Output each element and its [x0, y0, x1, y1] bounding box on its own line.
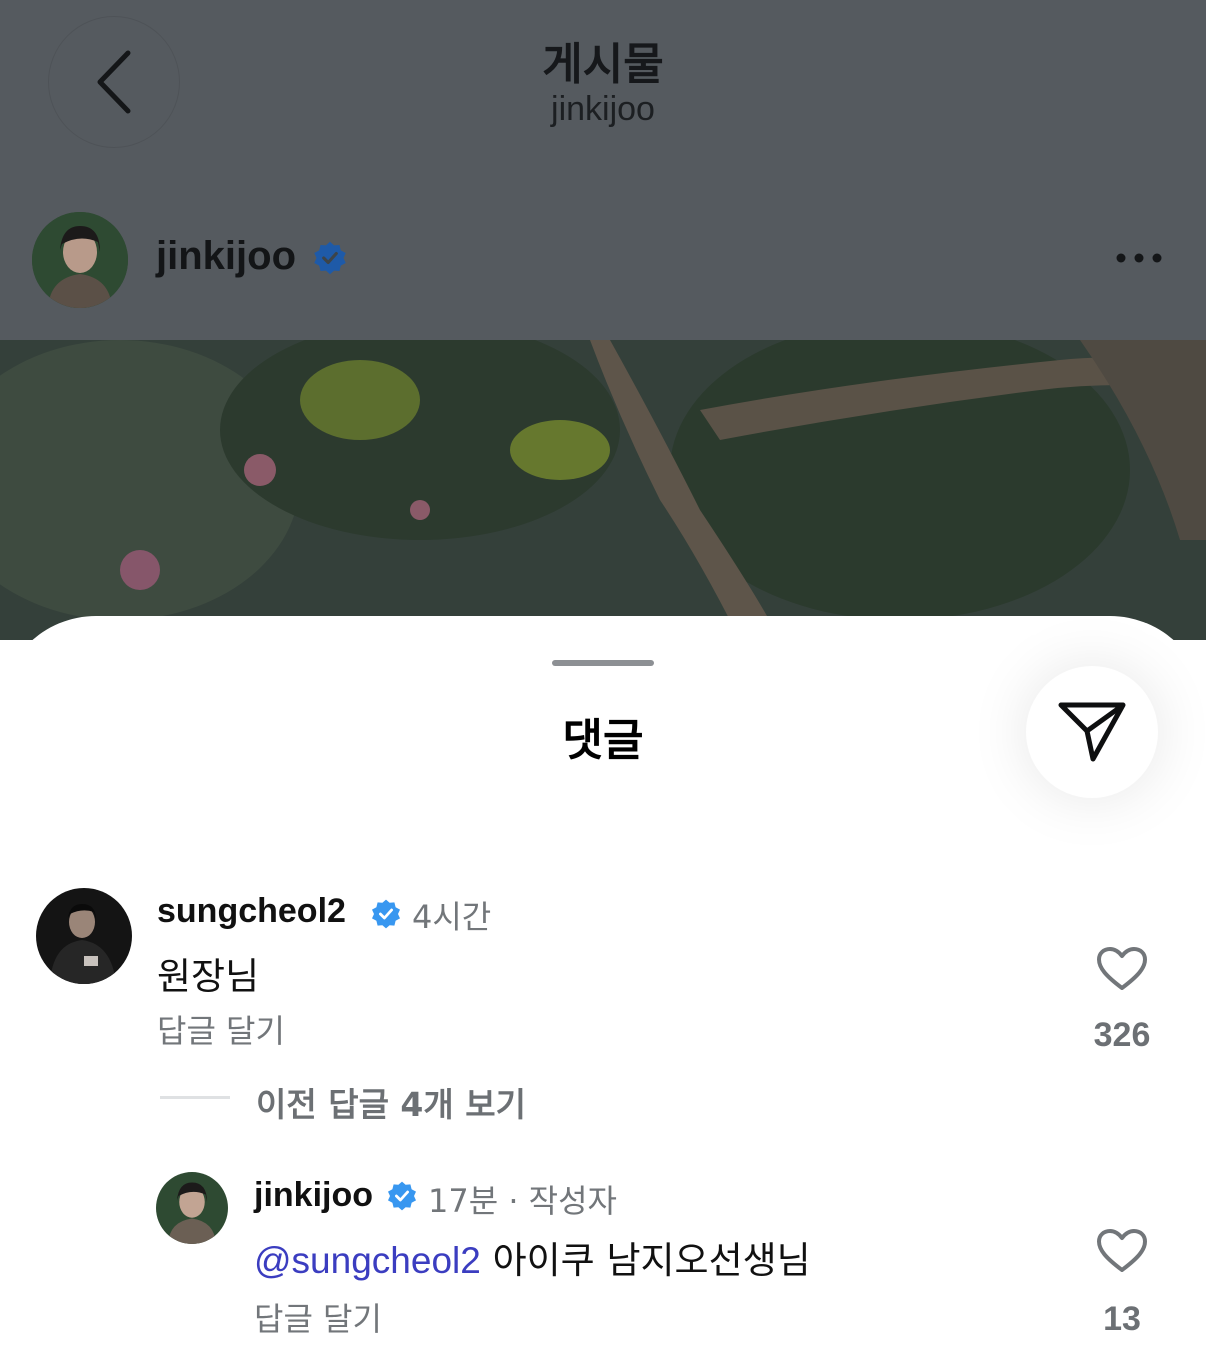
reply-button[interactable]: 답글 달기 — [254, 1294, 382, 1340]
post-photo[interactable] — [0, 340, 1206, 640]
post-screen: 게시물 jinkijoo jinkijoo 댓글 sungcheol2 4시간 … — [0, 0, 1206, 1355]
reply-author-avatar[interactable] — [156, 1172, 228, 1244]
comments-sheet: 댓글 sungcheol2 4시간 원장님 답글 달기 326 이전 답글 4개… — [0, 616, 1206, 1355]
author-avatar-image — [32, 212, 128, 308]
like-count: 13 — [1103, 1300, 1141, 1338]
page-title: 게시물 — [542, 39, 664, 90]
reply-author-avatar-image — [156, 1172, 228, 1244]
author-username[interactable]: jinkijoo — [156, 234, 296, 279]
more-horizontal-icon[interactable] — [1112, 242, 1166, 274]
author-avatar[interactable] — [32, 212, 128, 308]
verified-badge-icon — [314, 241, 346, 275]
page-subtitle: jinkijoo — [551, 90, 655, 128]
post-photo-image — [0, 340, 1206, 640]
heart-icon[interactable] — [1096, 1228, 1148, 1274]
reply-body-text: 아이쿠 남지오선생님 — [480, 1239, 811, 1282]
reply-item: jinkijoo 17분 · 작성자 @sungcheol2 아이쿠 남지오선생… — [0, 616, 1206, 1355]
mention-link[interactable]: @sungcheol2 — [254, 1240, 481, 1281]
reply-username[interactable]: jinkijoo — [254, 1176, 373, 1215]
verified-badge-icon — [388, 1181, 416, 1211]
reply-text: @sungcheol2 아이쿠 남지오선생님 — [254, 1230, 811, 1284]
post-header-area: 게시물 jinkijoo jinkijoo — [0, 0, 1206, 340]
reply-timestamp: 17분 · 작성자 — [428, 1182, 617, 1220]
